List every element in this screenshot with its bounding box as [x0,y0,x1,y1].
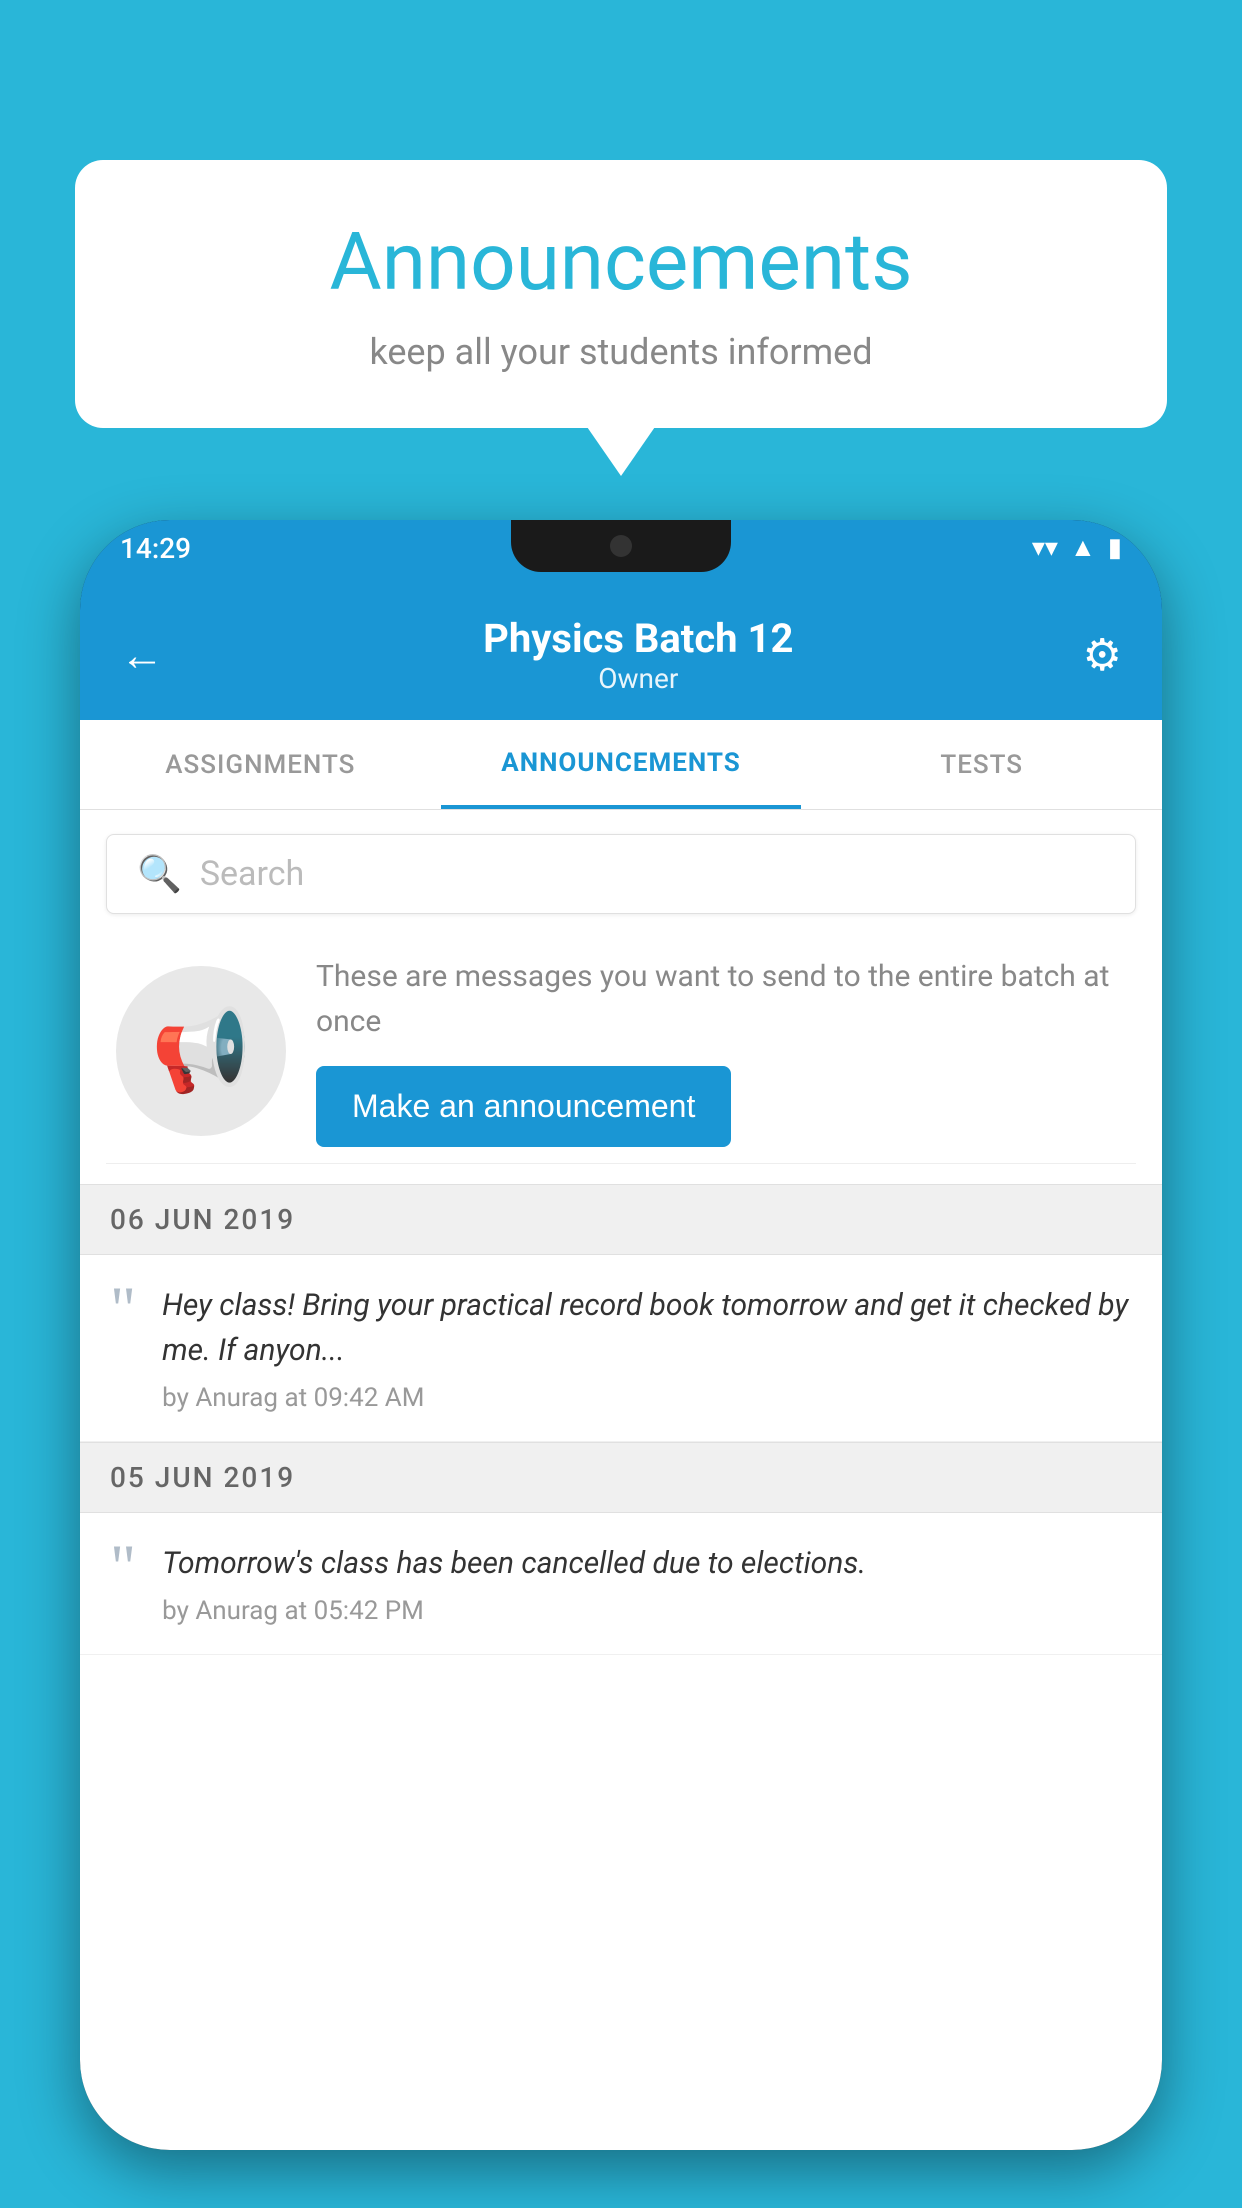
phone-container: 14:29 ▾▾ ▲ ▮ ← Physics Batch 12 Owner ⚙ … [80,520,1162,2208]
app-bar-subtitle: Owner [194,662,1083,695]
phone-notch [511,520,731,572]
announcement-meta-2: by Anurag at 05:42 PM [162,1596,1132,1626]
app-bar: ← Physics Batch 12 Owner ⚙ [80,590,1162,720]
quote-icon-1: " [110,1277,136,1341]
quote-icon-2: " [110,1535,136,1599]
signal-icon: ▲ [1070,532,1096,563]
date-label-2: 05 JUN 2019 [110,1461,295,1494]
make-announcement-button[interactable]: Make an announcement [316,1066,731,1147]
date-separator-2: 05 JUN 2019 [80,1442,1162,1513]
search-bar[interactable]: 🔍 Search [106,834,1136,914]
announcement-meta-1: by Anurag at 09:42 AM [162,1383,1132,1413]
announcement-content-2: Tomorrow's class has been cancelled due … [162,1541,1132,1626]
speech-bubble-container: Announcements keep all your students inf… [75,160,1167,428]
app-bar-title-container: Physics Batch 12 Owner [194,615,1083,695]
speech-bubble-title: Announcements [135,215,1107,309]
speech-bubble: Announcements keep all your students inf… [75,160,1167,428]
wifi-icon: ▾▾ [1032,533,1058,563]
announcement-text-1: Hey class! Bring your practical record b… [162,1283,1132,1373]
promo-card: 📢 These are messages you want to send to… [106,938,1136,1164]
search-placeholder: Search [200,854,304,894]
speech-bubble-subtitle: keep all your students informed [135,331,1107,373]
date-separator-1: 06 JUN 2019 [80,1184,1162,1255]
tab-announcements[interactable]: ANNOUNCEMENTS [441,720,802,809]
back-button[interactable]: ← [120,629,164,681]
battery-icon: ▮ [1108,533,1122,563]
date-label-1: 06 JUN 2019 [110,1203,295,1236]
announcement-item-2[interactable]: " Tomorrow's class has been cancelled du… [80,1513,1162,1655]
tab-tests[interactable]: TESTS [801,720,1162,809]
search-icon: 🔍 [137,853,182,895]
promo-description: These are messages you want to send to t… [316,954,1126,1044]
announcement-text-2: Tomorrow's class has been cancelled due … [162,1541,1132,1586]
promo-right: These are messages you want to send to t… [316,954,1126,1147]
phone-frame: 14:29 ▾▾ ▲ ▮ ← Physics Batch 12 Owner ⚙ … [80,520,1162,2150]
announcement-content-1: Hey class! Bring your practical record b… [162,1283,1132,1413]
tab-assignments[interactable]: ASSIGNMENTS [80,720,441,809]
promo-icon-circle: 📢 [116,966,286,1136]
app-bar-title: Physics Batch 12 [194,615,1083,662]
settings-button[interactable]: ⚙ [1083,629,1122,681]
status-icons: ▾▾ ▲ ▮ [1032,532,1122,563]
camera-dot [610,535,632,557]
announcement-item-1[interactable]: " Hey class! Bring your practical record… [80,1255,1162,1442]
megaphone-icon: 📢 [151,1004,251,1098]
tabs-container: ASSIGNMENTS ANNOUNCEMENTS TESTS [80,720,1162,810]
content-area: 🔍 Search 📢 These are messages you want t… [80,810,1162,2150]
